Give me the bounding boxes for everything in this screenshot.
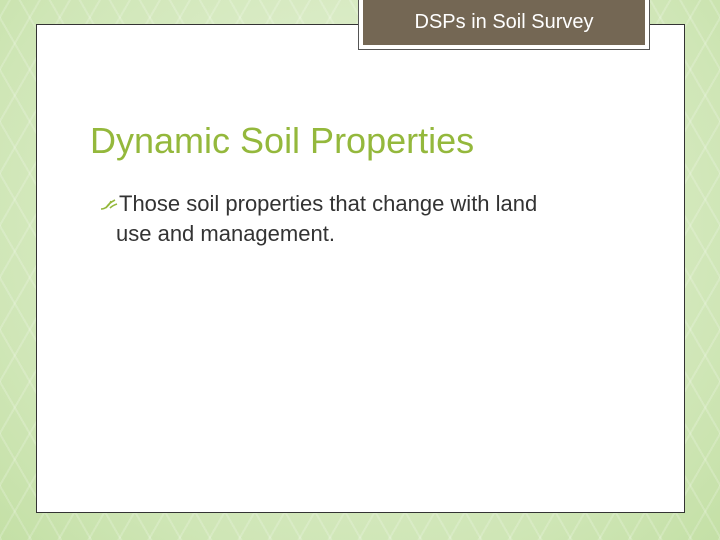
leaf-bullet-icon <box>100 199 118 210</box>
slide-content-area <box>36 24 685 513</box>
slide-title: Dynamic Soil Properties <box>90 120 475 161</box>
bullet-text-line-1: Those soil properties that change with l… <box>119 191 538 216</box>
header-tag: DSPs in Soil Survey <box>363 0 645 45</box>
header-tag-label: DSPs in Soil Survey <box>414 11 594 33</box>
bullet-item: Those soil properties that change with l… <box>100 189 620 249</box>
bullet-text-line-2: use and management. <box>116 221 335 246</box>
